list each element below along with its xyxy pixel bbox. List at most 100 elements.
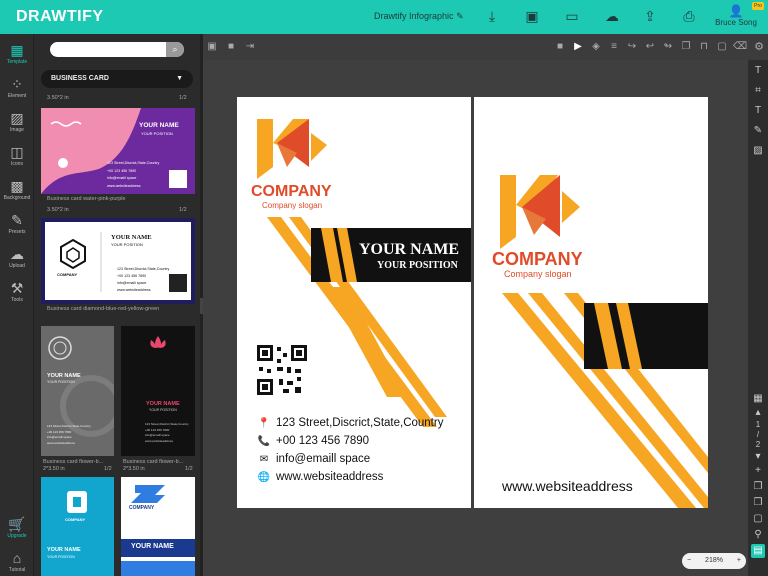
address-row[interactable]: 📍 123 Street,Discrict,State,Country: [257, 416, 444, 430]
template-thumbnail-4[interactable]: YOUR NAME YOUR POSITION 123 Street,Discr…: [121, 326, 195, 456]
location-pin-icon: 📍: [257, 418, 271, 429]
thumb-name: YOUR NAME: [111, 234, 152, 241]
thumb-contact: 123 Street,Discrict,State,Country +00 123…: [107, 161, 160, 188]
nav-upload[interactable]: ☁ Upload: [0, 246, 34, 269]
transform-icon[interactable]: ⌗: [751, 84, 765, 98]
card-name[interactable]: YOUR NAME: [359, 241, 459, 259]
element-icon: ⁘: [11, 76, 23, 92]
exit-icon[interactable]: ⇥: [243, 40, 257, 54]
nav-element[interactable]: ⁘ Element: [0, 76, 34, 99]
template-thumbnail-5[interactable]: COMPANY YOUR NAME YOUR POSITION: [41, 477, 114, 576]
icons-icon: ◫: [10, 144, 24, 160]
zoom-control[interactable]: − 218% +: [682, 553, 746, 569]
nav-background[interactable]: ▩ Background: [0, 178, 34, 201]
template-thumbnail-2[interactable]: COMPANY YOUR NAME YOUR POSITION 123 Stre…: [41, 218, 195, 304]
thumb-contact: 123 Street,Discrict,State,Country +00 123…: [145, 422, 189, 443]
nav-presets[interactable]: ✎ Presets: [0, 212, 34, 235]
company-name[interactable]: COMPANY: [492, 249, 583, 270]
layer-icon[interactable]: ◈: [589, 40, 603, 54]
play-icon[interactable]: ▶: [571, 40, 585, 54]
nav-image[interactable]: ▨ Image: [0, 110, 34, 133]
app-logo[interactable]: DRAWTIFY: [16, 8, 104, 26]
thumb-position: YOUR POSITION: [47, 555, 75, 559]
search-icon[interactable]: ⌕: [166, 42, 184, 57]
grid-icon[interactable]: ▦: [751, 392, 765, 406]
presets-icon: ✎: [11, 212, 23, 228]
chevron-down-icon: ▼: [176, 75, 183, 82]
text-style-icon[interactable]: T: [751, 64, 765, 78]
cloud-icon[interactable]: ☁: [603, 7, 621, 25]
book-icon[interactable]: ▤: [751, 544, 765, 558]
link-icon[interactable]: ⚲: [751, 528, 765, 542]
text-icon[interactable]: T: [751, 104, 765, 118]
list-icon[interactable]: ≡: [607, 40, 621, 54]
save-icon[interactable]: ▣: [523, 7, 541, 25]
card-position[interactable]: YOUR POSITION: [377, 260, 458, 271]
category-select[interactable]: BUSINESS CARD ▼: [41, 70, 193, 88]
template-size: 2*3.50 in: [123, 466, 145, 472]
share-icon[interactable]: ⇪: [641, 7, 659, 25]
image-tool-icon[interactable]: ▣: [205, 40, 219, 54]
duplicate-page-icon[interactable]: ❒: [751, 496, 765, 510]
delete-page-icon[interactable]: ▢: [751, 512, 765, 526]
tools-icon: ⚒: [10, 280, 24, 296]
undo-icon[interactable]: ↩: [643, 40, 657, 54]
template-caption: Business card flower-b...: [123, 459, 184, 465]
copy-icon[interactable]: ❐: [679, 40, 693, 54]
thumb-position: YOUR POSITION: [149, 408, 177, 412]
nav-icons[interactable]: ◫ Icons: [0, 144, 34, 167]
thumb-name: YOUR NAME: [47, 547, 81, 553]
thumb-name: YOUR NAME: [131, 543, 174, 550]
search-field[interactable]: ⌕: [50, 42, 184, 57]
company-name[interactable]: COMPANY: [251, 183, 332, 201]
zoom-out-button[interactable]: −: [687, 553, 691, 569]
download-icon[interactable]: ⤓: [483, 7, 501, 25]
nav-upgrade[interactable]: 🛒 Upgrade: [0, 516, 34, 539]
template-thumbnail-6[interactable]: COMPANY YOUR NAME: [121, 477, 195, 576]
settings-icon[interactable]: ⚙: [750, 38, 768, 56]
website-text[interactable]: www.websiteaddress: [502, 478, 633, 494]
print-icon[interactable]: ⎙: [680, 7, 698, 25]
left-nav: ▦ Template ⁘ Element ▨ Image ◫ Icons ▩ Backgr…: [0, 34, 34, 576]
nav-template[interactable]: ▦ Template: [0, 42, 34, 65]
business-card-back[interactable]: COMPANY Company slogan www.websiteaddres…: [474, 97, 708, 508]
template-thumbnail-3[interactable]: YOUR NAME YOUR POSITION 123 Street,Discr…: [41, 326, 114, 456]
template-size: 2*3.50 in: [43, 466, 65, 472]
cart-icon: 🛒: [8, 516, 26, 532]
redo-icon[interactable]: ↪: [625, 40, 639, 54]
template-caption: Business card diamond-blue-red-yellow-gr…: [47, 306, 160, 312]
document-title[interactable]: Drawtify Infographic ✎: [374, 11, 464, 22]
copy-page-icon[interactable]: ❐: [751, 480, 765, 494]
zoom-in-button[interactable]: +: [737, 553, 741, 569]
page-down-icon[interactable]: ▾: [751, 450, 765, 464]
email-row[interactable]: ✉ info@emaill space: [257, 452, 370, 466]
thumb-company: COMPANY: [65, 517, 86, 522]
thumb-name: YOUR NAME: [47, 373, 81, 379]
email-icon: ✉: [259, 454, 269, 465]
add-page-icon[interactable]: +: [751, 464, 765, 478]
template-5-art: [67, 491, 87, 513]
video-icon[interactable]: ■: [553, 40, 567, 54]
trash-icon[interactable]: ⌫: [733, 40, 747, 54]
square-tool-icon[interactable]: ■: [224, 40, 238, 54]
nav-tutorial[interactable]: ⌂ Tutorial: [0, 550, 34, 573]
forward-icon[interactable]: ↬: [661, 40, 675, 54]
template-size: 3.50*2 in: [47, 95, 69, 101]
template-thumbnail-1[interactable]: YOUR NAME YOUR POSITION 123 Street,Discr…: [41, 108, 195, 194]
website-row[interactable]: 🌐 www.websiteaddress: [257, 470, 384, 484]
lock-icon[interactable]: ⊓: [697, 40, 711, 54]
image-edit-icon[interactable]: ▨: [751, 144, 765, 158]
template-icon: ▦: [10, 42, 24, 58]
phone-row[interactable]: 📞 +00 123 456 7890: [257, 434, 369, 448]
brush-icon[interactable]: ✎: [751, 124, 765, 138]
upload-icon: ☁: [10, 246, 24, 262]
delete-icon[interactable]: ▢: [715, 40, 729, 54]
present-icon[interactable]: ▭: [563, 7, 581, 25]
edit-icon[interactable]: ✎: [456, 11, 464, 21]
tutorial-icon: ⌂: [12, 550, 22, 566]
template-count: 1/2: [179, 207, 187, 213]
nav-tools[interactable]: ⚒ Tools: [0, 280, 34, 303]
company-slogan[interactable]: Company slogan: [504, 269, 572, 279]
company-slogan[interactable]: Company slogan: [262, 201, 322, 210]
business-card-front[interactable]: COMPANY Company slogan YOUR NAME YOUR PO…: [237, 97, 471, 508]
